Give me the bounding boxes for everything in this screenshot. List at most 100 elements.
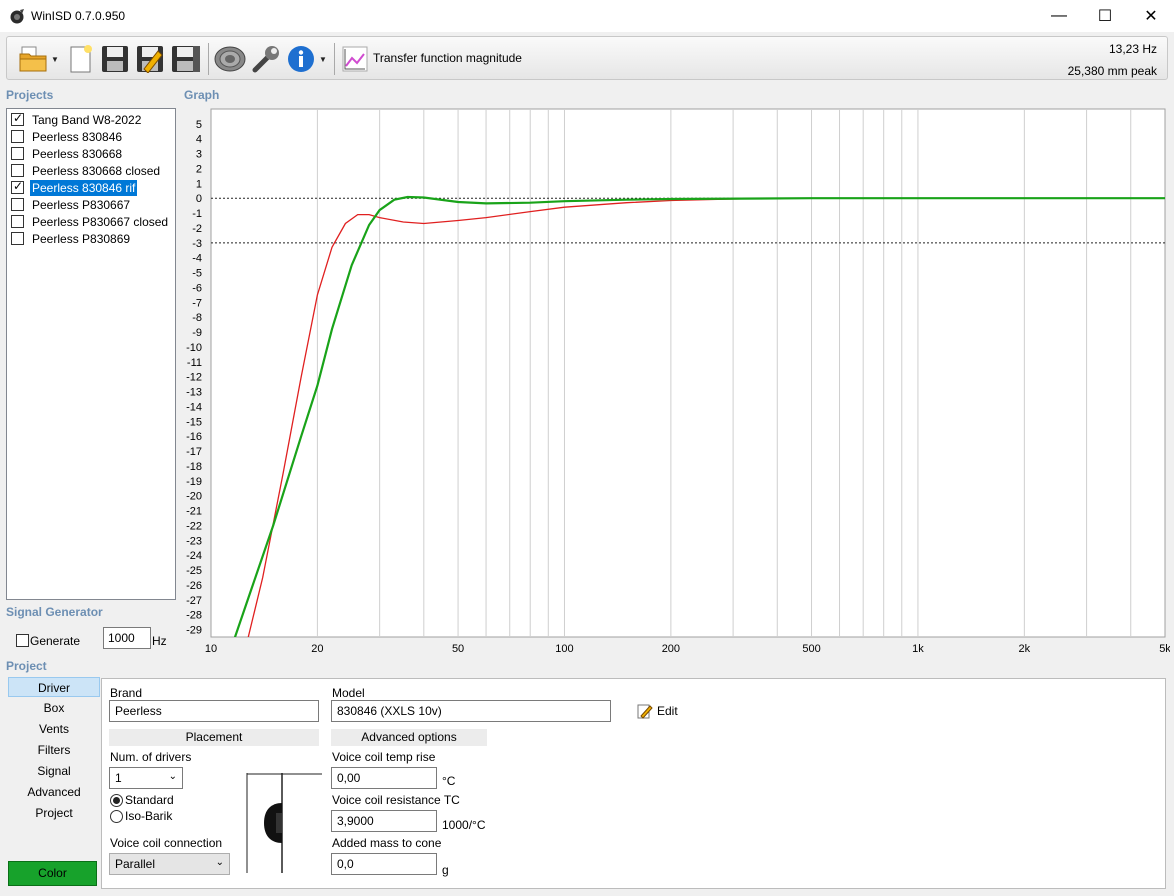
project-checkbox[interactable] bbox=[11, 179, 24, 194]
graph-type-label[interactable]: Transfer function magnitude bbox=[373, 51, 522, 65]
num-drivers-select[interactable]: 1 ⌄ bbox=[109, 767, 183, 789]
graph-type-button[interactable] bbox=[340, 42, 370, 76]
placement-header: Placement bbox=[109, 729, 319, 746]
voice-coil-connection-select[interactable]: Parallel ⌄ bbox=[109, 853, 230, 875]
brand-field[interactable]: Peerless bbox=[109, 700, 319, 722]
isobarik-radio[interactable] bbox=[110, 810, 123, 823]
open-dropdown-arrow[interactable]: ▼ bbox=[50, 42, 60, 76]
y-tick-label: -27 bbox=[186, 595, 202, 607]
driver-icon bbox=[214, 46, 246, 72]
y-tick-label: -19 bbox=[186, 476, 202, 488]
y-tick-label: -6 bbox=[192, 282, 202, 294]
new-project-button[interactable] bbox=[66, 42, 96, 76]
options-button[interactable] bbox=[249, 42, 283, 76]
vc-resistance-tc-field[interactable]: 3,9000 bbox=[331, 810, 437, 832]
project-checkbox[interactable] bbox=[11, 130, 24, 143]
y-tick-label: -1 bbox=[192, 208, 202, 220]
project-checkbox[interactable] bbox=[11, 198, 24, 211]
winisd-logo-icon bbox=[10, 9, 24, 24]
driver-editor-button[interactable] bbox=[212, 42, 248, 76]
save-all-button[interactable] bbox=[169, 42, 203, 76]
close-button[interactable]: ✕ bbox=[1128, 0, 1174, 32]
x-tick-label: 500 bbox=[802, 643, 820, 655]
standard-label[interactable]: Standard bbox=[125, 793, 174, 807]
project-checkbox[interactable] bbox=[11, 111, 24, 126]
y-tick-label: -11 bbox=[187, 357, 202, 369]
info-dropdown-arrow[interactable]: ▼ bbox=[318, 42, 328, 76]
x-tick-label: 1k bbox=[912, 643, 924, 655]
y-tick-label: -10 bbox=[186, 342, 202, 354]
project-checkbox[interactable] bbox=[11, 215, 24, 228]
project-name: Tang Band W8-2022 bbox=[32, 112, 142, 127]
generate-checkbox[interactable] bbox=[16, 634, 29, 647]
cursor-excursion-readout: 25,380 mm peak bbox=[1067, 64, 1157, 78]
y-tick-label: -28 bbox=[186, 610, 202, 622]
generate-label[interactable]: Generate bbox=[30, 634, 80, 648]
open-project-button[interactable] bbox=[15, 42, 51, 76]
vc-temp-rise-field[interactable]: 0,00 bbox=[331, 767, 437, 789]
save-as-icon bbox=[137, 46, 163, 73]
y-tick-label: 2 bbox=[196, 163, 202, 175]
project-item[interactable]: Peerless 830846 rif bbox=[9, 179, 175, 196]
project-name: Peerless P830869 bbox=[32, 231, 131, 246]
project-item[interactable]: Peerless 830668 bbox=[9, 145, 175, 162]
project-item[interactable]: Peerless P830869 bbox=[9, 230, 175, 247]
added-mass-unit: g bbox=[442, 863, 449, 877]
y-tick-label: 0 bbox=[196, 193, 202, 205]
y-tick-label: -12 bbox=[186, 372, 202, 384]
nav-item-signal[interactable]: Signal bbox=[8, 761, 100, 781]
project-item[interactable]: Peerless 830846 bbox=[9, 128, 175, 145]
transfer-function-chart[interactable]: 543210-1-2-3-4-5-6-7-8-9-10-11-12-13-14-… bbox=[178, 104, 1170, 659]
toolbar-separator bbox=[208, 43, 209, 75]
nav-item-driver[interactable]: Driver bbox=[8, 677, 100, 697]
nav-item-filters[interactable]: Filters bbox=[8, 740, 100, 760]
graph-heading: Graph bbox=[184, 88, 220, 102]
model-field[interactable]: 830846 (XXLS 10v) bbox=[331, 700, 611, 722]
nav-item-advanced[interactable]: Advanced bbox=[8, 782, 100, 802]
x-tick-label: 200 bbox=[662, 643, 680, 655]
edit-icon bbox=[637, 704, 653, 719]
project-item[interactable]: Peerless P830667 bbox=[9, 196, 175, 213]
y-tick-label: 1 bbox=[196, 178, 202, 190]
chevron-down-icon: ▼ bbox=[319, 54, 327, 64]
info-icon bbox=[288, 46, 314, 72]
save-button[interactable] bbox=[99, 42, 131, 76]
generator-frequency-input[interactable]: 1000 bbox=[103, 627, 151, 649]
about-button[interactable] bbox=[285, 42, 317, 76]
minimize-icon: — bbox=[1051, 7, 1067, 24]
edit-driver-button[interactable]: Edit bbox=[637, 703, 678, 719]
save-as-button[interactable] bbox=[134, 42, 166, 76]
minimize-button[interactable]: — bbox=[1036, 0, 1082, 32]
signal-generator-heading: Signal Generator bbox=[6, 605, 103, 619]
title-bar: WinISD 0.7.0.950 — ☐ ✕ bbox=[0, 0, 1174, 32]
y-tick-label: -29 bbox=[186, 625, 202, 637]
project-checkbox[interactable] bbox=[11, 232, 24, 245]
y-tick-label: -23 bbox=[186, 535, 202, 547]
vc-resistance-tc-unit: 1000/°C bbox=[442, 818, 486, 832]
project-name: Peerless 830668 bbox=[32, 146, 123, 161]
nav-item-vents[interactable]: Vents bbox=[8, 719, 100, 739]
window-title: WinISD 0.7.0.950 bbox=[31, 9, 126, 23]
nav-item-project[interactable]: Project bbox=[8, 803, 100, 823]
y-tick-label: -18 bbox=[186, 461, 202, 473]
x-tick-label: 50 bbox=[452, 643, 464, 655]
isobarik-label[interactable]: Iso-Barik bbox=[125, 809, 172, 823]
nav-item-box[interactable]: Box bbox=[8, 698, 100, 718]
project-checkbox[interactable] bbox=[11, 164, 24, 177]
color-button[interactable]: Color bbox=[8, 861, 97, 886]
vc-temp-rise-unit: °C bbox=[442, 774, 456, 788]
project-item[interactable]: Peerless P830667 closed bbox=[9, 213, 175, 230]
projects-heading: Projects bbox=[6, 88, 54, 102]
standard-radio[interactable] bbox=[110, 794, 123, 807]
project-item[interactable]: Tang Band W8-2022 bbox=[9, 111, 175, 128]
maximize-button[interactable]: ☐ bbox=[1082, 0, 1128, 32]
cursor-frequency-readout: 13,23 Hz bbox=[1108, 42, 1157, 56]
y-tick-label: -24 bbox=[186, 550, 202, 562]
project-checkbox[interactable] bbox=[11, 147, 24, 160]
project-item[interactable]: Peerless 830668 closed bbox=[9, 162, 175, 179]
driver-panel: Brand Peerless Model 830846 (XXLS 10v) E… bbox=[101, 678, 1166, 889]
added-mass-field[interactable]: 0,0 bbox=[331, 853, 437, 875]
project-name: Peerless 830846 bbox=[32, 129, 123, 144]
plot-area bbox=[210, 108, 1166, 638]
voice-coil-connection-label: Voice coil connection bbox=[110, 836, 223, 850]
